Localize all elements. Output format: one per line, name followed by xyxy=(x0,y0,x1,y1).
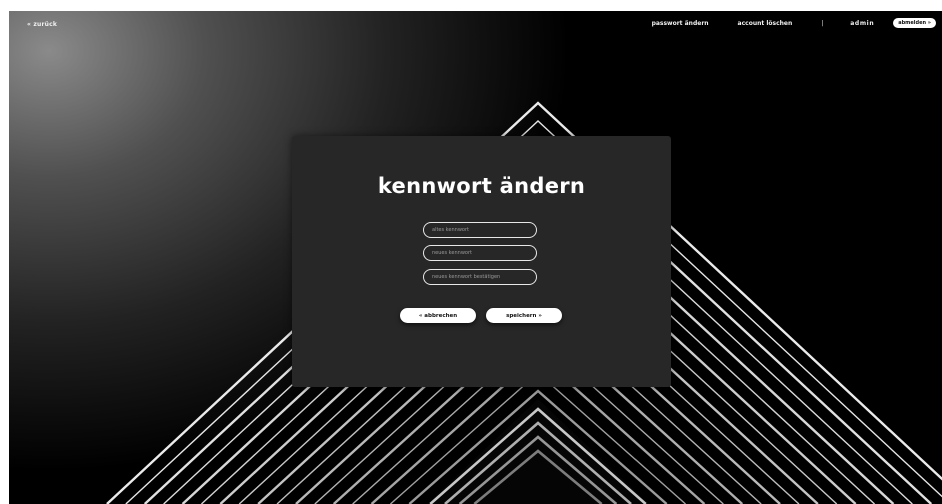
confirm-password-input[interactable] xyxy=(423,269,537,285)
change-password-link[interactable]: passwort ändern xyxy=(652,20,709,27)
back-link[interactable]: « zurück xyxy=(27,21,57,28)
username-label: admin xyxy=(850,19,875,27)
nav-separator: | xyxy=(821,19,824,27)
page-background: « zurück passwort ändern account löschen… xyxy=(9,11,942,504)
save-button[interactable]: speichern » xyxy=(486,308,562,323)
new-password-input[interactable] xyxy=(423,245,537,261)
change-password-dialog: kennwort ändern « abbrechen speichern » xyxy=(292,136,671,387)
dialog-title: kennwort ändern xyxy=(377,174,586,198)
screen: « zurück passwort ändern account löschen… xyxy=(0,0,942,504)
top-navigation: passwort ändern account löschen | admin … xyxy=(652,18,936,28)
delete-account-link[interactable]: account löschen xyxy=(738,20,793,27)
logout-button[interactable]: abmelden » xyxy=(893,18,936,28)
old-password-input[interactable] xyxy=(423,222,537,238)
cancel-button[interactable]: « abbrechen xyxy=(400,308,476,323)
